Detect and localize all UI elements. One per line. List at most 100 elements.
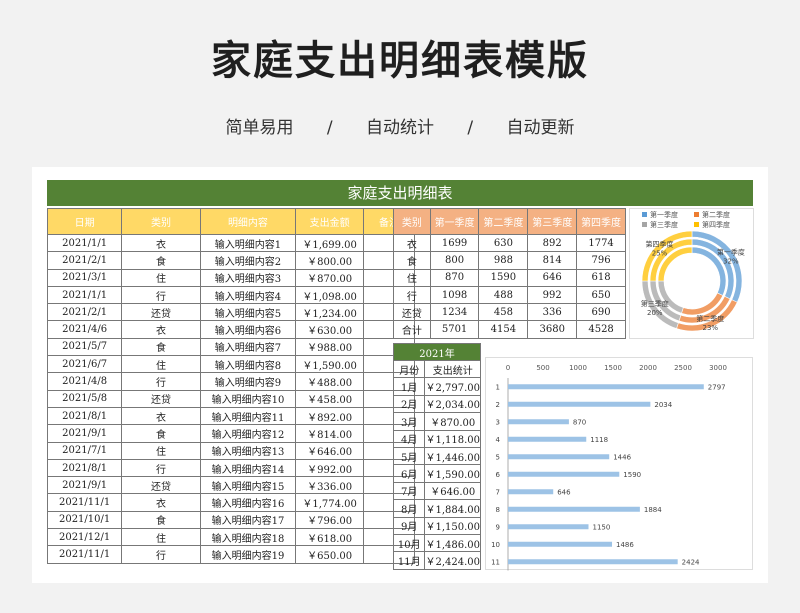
- quarter-cell: 630: [478, 233, 529, 253]
- y-tick-label: 10: [491, 541, 500, 549]
- monthly-cell: ￥1,118.00: [424, 429, 481, 448]
- detail-cell: 2021/1/1: [46, 233, 123, 253]
- detail-cell: ￥488.00: [295, 372, 365, 391]
- legend-swatch: [642, 222, 647, 227]
- x-tick-label: 1000: [569, 364, 587, 372]
- quarter-row: 行 1098 488 992 650: [393, 285, 626, 305]
- x-tick-label: 500: [536, 364, 549, 372]
- tag-easy: 简单易用: [225, 118, 294, 138]
- detail-cell: 住: [121, 441, 201, 460]
- detail-cell: 行: [121, 372, 201, 391]
- bar-value-label: 2797: [708, 383, 726, 391]
- quarter-cell: 458: [478, 303, 529, 322]
- monthly-row: 1月 ￥2,797.00: [392, 377, 481, 396]
- bar: [508, 506, 640, 512]
- monthly-row: 7月 ￥646.00: [392, 481, 481, 501]
- detail-cell: ￥988.00: [295, 337, 365, 357]
- donut-label: 第二季度: [696, 314, 724, 323]
- detail-cell: 输入明细内容13: [199, 441, 297, 460]
- monthly-cell: 11月: [392, 551, 426, 570]
- bar-value-label: 2424: [682, 558, 700, 566]
- quarter-row: 还贷 1234 458 336 690: [393, 303, 626, 322]
- detail-row: 2021/8/1 衣输入明细内容11 ￥892.00: [46, 406, 415, 426]
- detail-cell: ￥1,098.00: [295, 285, 365, 305]
- monthly-row: 4月 ￥1,118.00: [392, 429, 481, 448]
- monthly-cell: ￥1,446.00: [424, 446, 481, 466]
- detail-row: 2021/9/1 还贷 输入明细内容15 ￥336.00: [46, 476, 415, 495]
- quarter-cell: 992: [527, 285, 578, 305]
- detail-cell: 衣: [121, 493, 201, 512]
- year-label: 2021年: [393, 343, 481, 361]
- bar-svg: 0 500 1000 1500 2000 2500 3000 1 2797 2 2034 3 870 4 1…: [491, 364, 727, 571]
- monthly-row: 10月 ￥1,486.00: [392, 533, 481, 553]
- detail-cell: 行: [121, 545, 201, 564]
- legend-label: 第二季度: [702, 210, 730, 219]
- quarter-cell: 住: [393, 268, 431, 287]
- detail-header-cell: 日期: [46, 208, 123, 235]
- detail-cell: ￥630.00: [295, 320, 365, 339]
- monthly-cell: ￥2,424.00: [424, 551, 481, 570]
- bar: [508, 384, 704, 390]
- detail-header-row: 日期 类别 明细内容 支出金额 备注: [46, 208, 415, 235]
- detail-cell: ￥618.00: [295, 528, 365, 547]
- legend-label: 第一季度: [650, 210, 678, 219]
- detail-cell: 输入明细内容15: [199, 476, 297, 495]
- detail-cell: 输入明细内容12: [199, 424, 297, 443]
- detail-cell: 输入明细内容6: [199, 320, 297, 339]
- detail-cell: 2021/9/1: [46, 424, 123, 443]
- monthly-row: 3月 ￥870.00: [392, 412, 481, 431]
- monthly-cell: 3月: [392, 412, 426, 431]
- detail-cell: 行: [121, 458, 201, 478]
- bar: [508, 401, 651, 407]
- quarter-row: 住 870 1590 646 618: [393, 268, 626, 287]
- monthly-header-cell: 支出统计: [424, 359, 481, 379]
- detail-row: 2021/11/1 行输入明细内容19 ￥650.00: [46, 545, 415, 564]
- monthly-body: 1月 ￥2,797.00 2月 ￥2,034.00 3月 ￥870.00 4月 ￥1,118.…: [392, 377, 481, 570]
- monthly-cell: 7月: [392, 481, 426, 501]
- bar-value-label: 1590: [623, 471, 641, 479]
- detail-cell: 输入明细内容17: [199, 510, 297, 530]
- monthly-cell: ￥1,884.00: [424, 499, 481, 518]
- bar: [508, 524, 589, 530]
- detail-cell: 输入明细内容19: [199, 545, 297, 564]
- quarter-cell: 988: [478, 251, 529, 270]
- detail-cell: 2021/6/7: [46, 355, 123, 374]
- detail-row: 2021/7/1 住输入明细内容13 ￥646.00: [46, 441, 415, 460]
- quarter-header-cell: 第二季度: [478, 208, 529, 235]
- quarter-cell: 690: [576, 303, 626, 322]
- detail-cell: ￥796.00: [295, 510, 365, 530]
- legend-swatch: [694, 222, 699, 227]
- detail-cell: 输入明细内容3: [199, 268, 297, 287]
- detail-cell: 2021/10/1: [46, 510, 123, 530]
- detail-cell: 输入明细内容8: [199, 355, 297, 374]
- bar-value-label: 1486: [616, 541, 634, 549]
- monthly-row: 8月 ￥1,884.00: [392, 499, 481, 518]
- detail-cell: 衣: [121, 233, 201, 253]
- bar: [508, 471, 620, 477]
- detail-cell: 2021/7/1: [46, 441, 123, 460]
- legend-swatch: [642, 212, 647, 217]
- quarter-cell: 800: [429, 251, 480, 270]
- bar: [508, 559, 678, 565]
- quarter-cell: 650: [576, 285, 626, 305]
- detail-row: 2021/2/1 食输入明细内容2 ￥800.00: [46, 251, 415, 270]
- y-tick-label: 6: [496, 471, 501, 479]
- detail-cell: ￥1,590.00: [295, 355, 365, 374]
- quarter-row: 合计 5701 4154 3680 4528: [393, 320, 626, 339]
- detail-cell: 住: [121, 355, 201, 374]
- quarter-cell: 796: [576, 251, 626, 270]
- bar-value-label: 1884: [644, 506, 662, 514]
- x-tick-label: 1500: [604, 364, 622, 372]
- quarter-header-row: 类别 第一季度 第二季度 第三季度 第四季度: [393, 208, 626, 235]
- monthly-cell: ￥2,034.00: [424, 394, 481, 414]
- donut-label: 第四季度: [645, 239, 673, 248]
- quarter-cell: 336: [527, 303, 578, 322]
- monthly-cell: 4月: [392, 429, 426, 448]
- monthly-cell: ￥1,590.00: [424, 464, 481, 483]
- quarter-header-cell: 第一季度: [429, 208, 480, 235]
- detail-row: 2021/2/1 还贷 输入明细内容5 ￥1,234.00: [46, 303, 415, 322]
- monthly-row: 2月 ￥2,034.00: [392, 394, 481, 414]
- page-title: 家庭支出明细表模版: [211, 38, 589, 84]
- bar: [508, 419, 569, 425]
- monthly-cell: ￥870.00: [424, 412, 481, 431]
